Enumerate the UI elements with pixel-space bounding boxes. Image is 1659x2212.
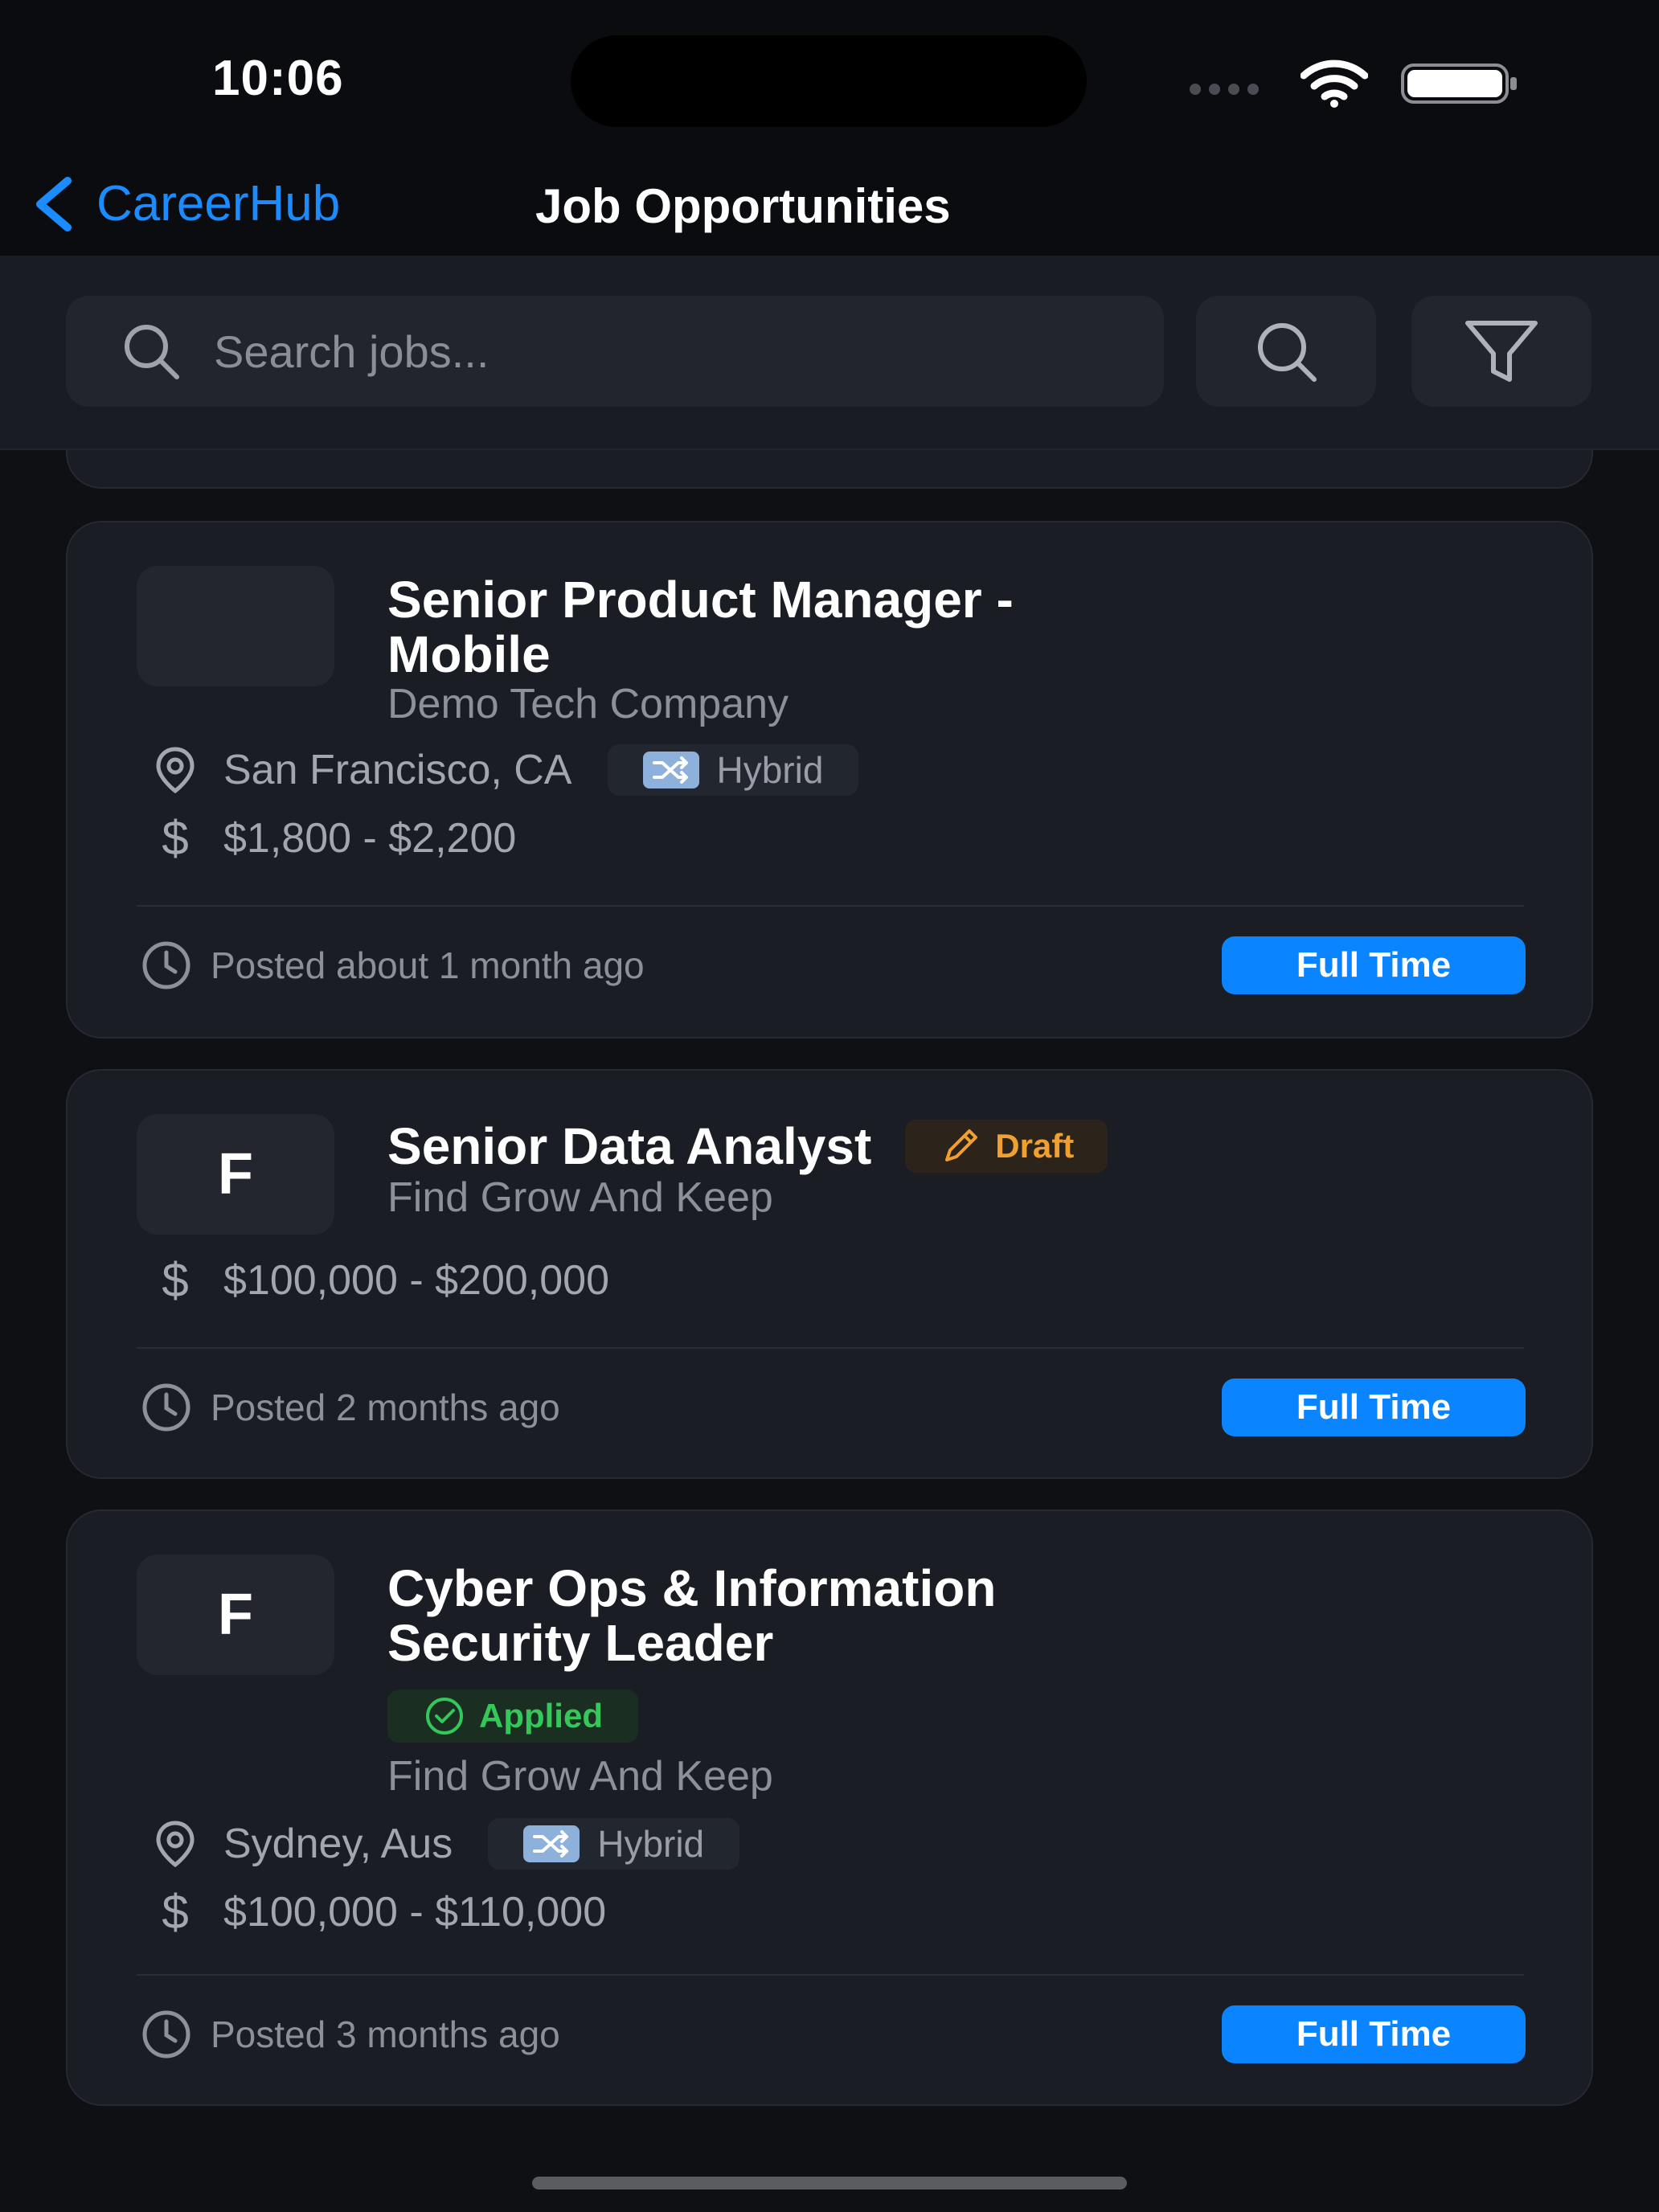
draft-label: Draft: [995, 1127, 1075, 1165]
work-mode-label: Hybrid: [597, 1823, 705, 1865]
job-type-badge[interactable]: Full Time: [1222, 2005, 1526, 2063]
search-toolbar: [0, 256, 1659, 450]
filter-button[interactable]: [1411, 296, 1591, 407]
work-mode-label: Hybrid: [716, 749, 824, 791]
salary-range: $100,000 - $110,000: [223, 1888, 607, 1936]
applied-badge: Applied: [387, 1690, 638, 1743]
work-mode-badge: Hybrid: [488, 1818, 740, 1870]
job-title-line: Senior Product Manager -: [387, 571, 1014, 629]
job-location: San Francisco, CA: [223, 747, 572, 793]
chevron-left-icon: [36, 176, 72, 231]
salary-row: $ $100,000 - $110,000: [141, 1884, 606, 1940]
location-pin-icon: [141, 1818, 209, 1870]
status-bar: 10:06: [0, 0, 1659, 153]
location-pin-icon: [141, 744, 209, 796]
navigation-bar: CareerHub Job Opportunities: [0, 153, 1659, 256]
job-card[interactable]: F Senior Data Analyst Draft Find Grow An…: [66, 1069, 1593, 1479]
job-title: Cyber Ops & Information Security Leader: [387, 1561, 996, 1670]
clock-icon: [142, 941, 190, 989]
job-title-line: Security Leader: [387, 1614, 774, 1672]
card-divider: [137, 1347, 1524, 1349]
shuffle-icon: [642, 752, 699, 789]
check-circle-icon: [426, 1698, 463, 1735]
job-title-row: Senior Data Analyst Draft: [387, 1119, 1108, 1174]
job-card[interactable]: Senior Product Manager - Mobile Demo Tec…: [66, 521, 1593, 1038]
work-mode-badge: Hybrid: [607, 744, 859, 796]
job-title-line: Cyber Ops & Information: [387, 1559, 997, 1617]
card-divider: [137, 905, 1524, 907]
card-divider: [137, 1974, 1524, 1976]
job-title: Senior Data Analyst: [387, 1117, 872, 1175]
home-indicator[interactable]: [532, 2177, 1127, 2189]
company-name: Demo Tech Company: [387, 681, 789, 727]
search-button[interactable]: [1196, 296, 1376, 407]
posted-date: Posted 3 months ago: [211, 2013, 560, 2055]
job-type-badge[interactable]: Full Time: [1222, 1378, 1526, 1436]
posted-date: Posted 2 months ago: [211, 1387, 560, 1428]
job-title-line: Mobile: [387, 625, 551, 683]
posted-row: Posted 2 months ago: [140, 1381, 560, 1434]
wifi-icon: [1301, 59, 1368, 108]
search-field[interactable]: [66, 296, 1164, 407]
battery-icon: [1401, 63, 1517, 104]
location-row: San Francisco, CA Hybrid: [141, 744, 859, 796]
job-type-badge[interactable]: Full Time: [1222, 936, 1526, 994]
posted-row: Posted about 1 month ago: [140, 939, 645, 992]
back-button[interactable]: CareerHub: [31, 175, 340, 232]
search-input[interactable]: [214, 325, 1098, 378]
company-name: Find Grow And Keep: [387, 1753, 773, 1800]
salary-row: $ $1,800 - $2,200: [141, 810, 516, 866]
back-label: CareerHub: [96, 176, 341, 231]
cellular-signal-icon: [1190, 79, 1270, 100]
draft-badge: Draft: [905, 1120, 1108, 1173]
company-logo: F: [137, 1555, 334, 1675]
job-location: Sydney, Aus: [223, 1821, 453, 1867]
dynamic-island: [571, 35, 1087, 127]
job-card[interactable]: F Cyber Ops & Information Security Leade…: [66, 1509, 1593, 2106]
location-row: Sydney, Aus Hybrid: [141, 1818, 740, 1870]
company-logo: F: [137, 1114, 334, 1235]
dollar-icon: $: [162, 1885, 189, 1939]
applied-label: Applied: [479, 1697, 603, 1735]
job-title: Senior Product Manager - Mobile: [387, 572, 1014, 682]
dollar-icon: $: [162, 811, 189, 865]
search-icon: [125, 325, 179, 379]
company-logo: [137, 566, 334, 686]
shuffle-icon: [523, 1825, 580, 1862]
page-title: Job Opportunities: [535, 179, 951, 233]
posted-date: Posted about 1 month ago: [211, 944, 645, 986]
clock-icon: [142, 2010, 190, 2058]
dollar-icon: $: [162, 1253, 189, 1307]
filter-icon: [1465, 321, 1538, 382]
clock-icon: [142, 1383, 190, 1432]
salary-range: $1,800 - $2,200: [223, 814, 517, 862]
search-icon: [1258, 323, 1317, 382]
company-name: Find Grow And Keep: [387, 1174, 773, 1221]
posted-row: Posted 3 months ago: [140, 2008, 560, 2061]
pencil-icon: [945, 1129, 978, 1161]
salary-range: $100,000 - $200,000: [223, 1256, 609, 1304]
salary-row: $ $100,000 - $200,000: [141, 1252, 609, 1308]
job-list[interactable]: Senior Product Manager - Mobile Demo Tec…: [0, 450, 1659, 2162]
status-time: 10:06: [212, 51, 344, 106]
job-card-partial[interactable]: [66, 450, 1593, 489]
